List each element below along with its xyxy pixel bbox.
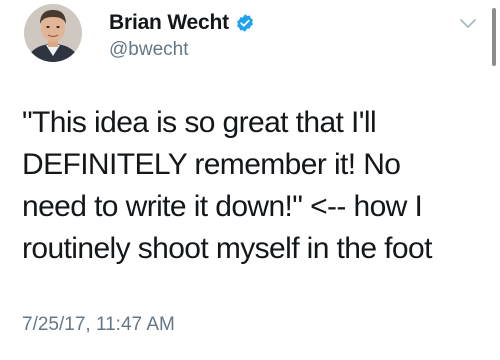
scrollbar[interactable] (492, 8, 496, 66)
verified-badge-icon (237, 14, 253, 32)
display-name[interactable]: Brian Wecht (109, 11, 229, 35)
author-handle[interactable]: @bwecht (109, 39, 189, 61)
avatar-photo (24, 4, 82, 62)
tweet-timestamp[interactable]: 7/25/17, 11:47 AM (22, 314, 175, 336)
tweet-text: "This idea is so great that I'll DEFINIT… (22, 106, 432, 265)
tweet-card: Brian Wecht @bwecht "This idea is so gre… (0, 0, 500, 360)
avatar[interactable] (24, 4, 82, 62)
chevron-down-icon[interactable] (459, 17, 477, 29)
author-name-row[interactable]: Brian Wecht (109, 11, 255, 35)
